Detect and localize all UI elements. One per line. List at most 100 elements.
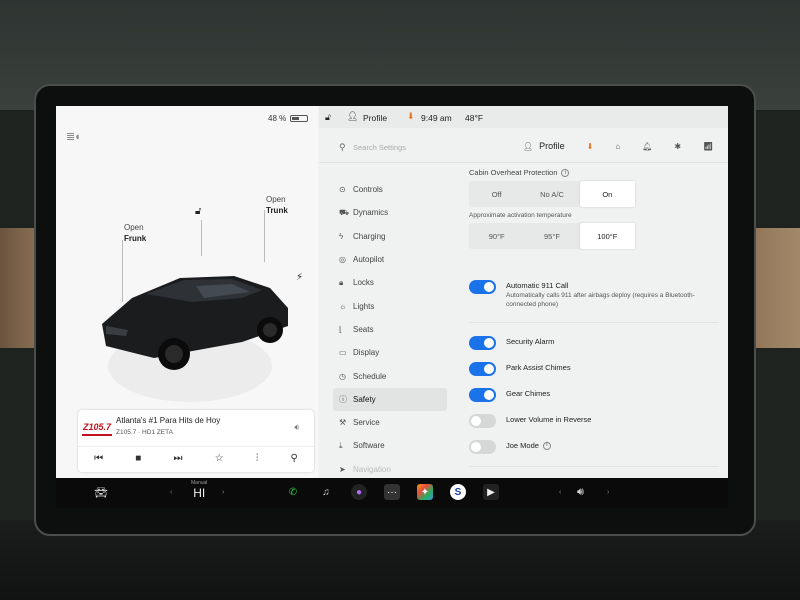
bottom-bar: 🚘︎ ‹ Manual HI › ✆ ♫ ● ··· ✦ S ▶ ‹ 🔊︎ › [56,478,728,508]
joe-mode-label: Joe Mode [506,441,539,450]
search-settings-input[interactable] [353,140,493,154]
nav-label: Service [353,418,380,428]
volume-up-chevron-icon[interactable]: › [607,489,609,496]
wrench-icon: ⚒ [339,418,347,428]
nav-item-seats[interactable]: ⌊ Seats [333,318,447,341]
media-controls: ⏮︎ ■ ⏭︎ ☆ ⫶ ⚲ [78,446,314,470]
car-icon[interactable]: 🚘︎ [94,486,108,499]
cabin-overheat-heading: Cabin Overheat Protection i [469,168,719,177]
nav-item-safety[interactable]: ⓘ Safety [333,387,447,411]
nav-item-lights[interactable]: ☼ Lights [333,294,447,317]
schedule-icon: ◷ [339,371,346,381]
temp-down-chevron-icon[interactable]: ‹ [170,489,172,496]
outside-temperature: 48°F [465,113,484,123]
climate-control[interactable]: Manual HI [191,480,207,500]
security-alarm-toggle[interactable] [469,336,496,350]
favorite-star-icon[interactable]: ☆ [215,453,224,464]
temp-option-95[interactable]: 95°F [524,223,579,249]
nav-item-locks[interactable]: 🔒︎ Locks [333,271,447,294]
now-playing-subtitle: Z105.7 · HD1 ZETA [116,429,173,436]
info-icon[interactable]: i [542,441,551,450]
auto-911-toggle[interactable] [469,280,496,294]
light-icon: ☼ [339,301,347,311]
music-icon[interactable]: ♫ [318,484,334,500]
previous-track-icon[interactable]: ⏮︎ [94,453,103,464]
battery-percent: 48 % [268,114,287,123]
headlight-icon[interactable]: ≣◐ [66,130,82,143]
header-profile-icon[interactable]: 👤︎ [523,142,533,151]
nav-item-controls[interactable]: ⊙ Controls [333,178,447,201]
security-alarm-label: Security Alarm [506,337,555,346]
gear-chimes-row: Gear Chimes [469,388,550,402]
status-profile-label[interactable]: Profile [363,113,387,123]
cabin-option-no-ac[interactable]: No A/C [524,181,579,207]
nav-label: Navigation [353,464,391,474]
garage-icon[interactable]: ⌂ [615,142,620,151]
nav-item-charging[interactable]: ϟ Charging [333,225,447,248]
volume-icon[interactable]: 🔊︎ [577,486,584,499]
temp-option-90[interactable]: 90°F [469,223,524,249]
steering-wheel-icon: ◎ [339,255,346,265]
temp-option-100[interactable]: 100°F [579,223,635,249]
phone-icon[interactable]: ✆ [285,484,301,500]
lower-volume-toggle[interactable] [469,414,496,428]
info-icon[interactable]: i [561,168,570,177]
nav-item-display[interactable]: ▭ Display [333,341,447,364]
open-trunk-button[interactable]: Open Trunk [266,194,288,216]
auto-911-title: Automatic 911 Call [506,281,569,290]
nav-item-service[interactable]: ⚒ Service [333,411,447,434]
nav-item-autopilot[interactable]: ◎ Autopilot [333,248,447,271]
signal-icon[interactable]: 📶︎ [703,142,713,151]
joe-mode-toggle[interactable] [469,440,496,454]
more-apps-icon[interactable]: ··· [384,484,400,500]
nav-item-dynamics[interactable]: ⛟ Dynamics [333,201,447,224]
nav-item-schedule[interactable]: ◷ Schedule [333,364,447,387]
unlock-icon[interactable]: 🔓︎ [195,206,201,217]
climate-temperature: HI [193,486,206,500]
open-frunk-button[interactable]: Open Frunk [124,222,146,244]
car-icon: ⛟ [339,207,350,217]
siriusxm-icon[interactable]: S [450,484,466,500]
temp-up-chevron-icon[interactable]: › [222,489,224,496]
toggle-icon: ⊙ [339,185,346,195]
next-track-icon[interactable]: ⏭︎ [174,453,183,464]
section-divider [469,322,719,323]
park-assist-toggle[interactable] [469,362,496,376]
search-icon[interactable]: ⚲ [291,453,298,464]
cabin-overheat-label: Cabin Overheat Protection [469,168,558,177]
lock-status-icon[interactable]: 🔓︎ [325,112,331,123]
search-settings-icon: ⚲ [339,142,346,152]
software-download-icon[interactable]: ⬇︎ [587,142,594,151]
download-icon: ⤓ [339,440,343,450]
toybox-icon[interactable]: ✦ [417,484,433,500]
safety-settings: Cabin Overheat Protection i Off No A/C O… [469,168,719,467]
lock-icon: 🔒︎ [339,277,344,287]
auto-911-row: Automatic 911 Call Automatically calls 9… [469,280,706,309]
gear-chimes-toggle[interactable] [469,388,496,402]
media-player: Z105.7 Atlanta's #1 Para Hits de Hoy Z10… [78,410,314,472]
camera-icon[interactable]: ● [351,484,367,500]
cabin-option-on[interactable]: On [579,181,635,207]
speaker-icon[interactable]: 🔉︎ [294,422,300,433]
nav-label: Display [353,348,380,358]
volume-down-chevron-icon[interactable]: ‹ [559,489,561,496]
joe-mode-title: Joe Mode i [506,440,551,451]
car-image [102,276,288,402]
touchscreen: ≣◐ 48 % Open Frunk Open Trunk 🔓︎ ⚡︎ Z105… [56,106,728,478]
equalizer-icon[interactable]: ⫶ [256,453,259,464]
download-icon[interactable]: ⬇︎ [407,111,415,122]
header-profile-label[interactable]: Profile [539,141,565,151]
bell-icon[interactable]: 🔔︎ [642,142,652,151]
car-panel: ≣◐ 48 % Open Frunk Open Trunk 🔓︎ ⚡︎ Z105… [56,106,318,478]
theater-icon[interactable]: ▶ [483,484,499,500]
bluetooth-icon[interactable]: ✱ [674,142,681,151]
auto-911-description: Automatically calls 911 after airbags de… [506,292,695,308]
nav-item-navigation[interactable]: ➤ Navigation [333,458,447,478]
stop-icon[interactable]: ■ [135,453,141,464]
profile-icon[interactable]: 👤︎ [347,111,358,122]
status-bar: 🔓︎ 👤︎ Profile ⬇︎ 9:49 am 48°F [319,106,728,128]
nav-item-software[interactable]: ⤓ Software [333,434,447,457]
cabin-option-off[interactable]: Off [469,181,524,207]
lower-volume-row: Lower Volume in Reverse [469,414,591,428]
trunk-label-line2: Trunk [266,206,288,215]
